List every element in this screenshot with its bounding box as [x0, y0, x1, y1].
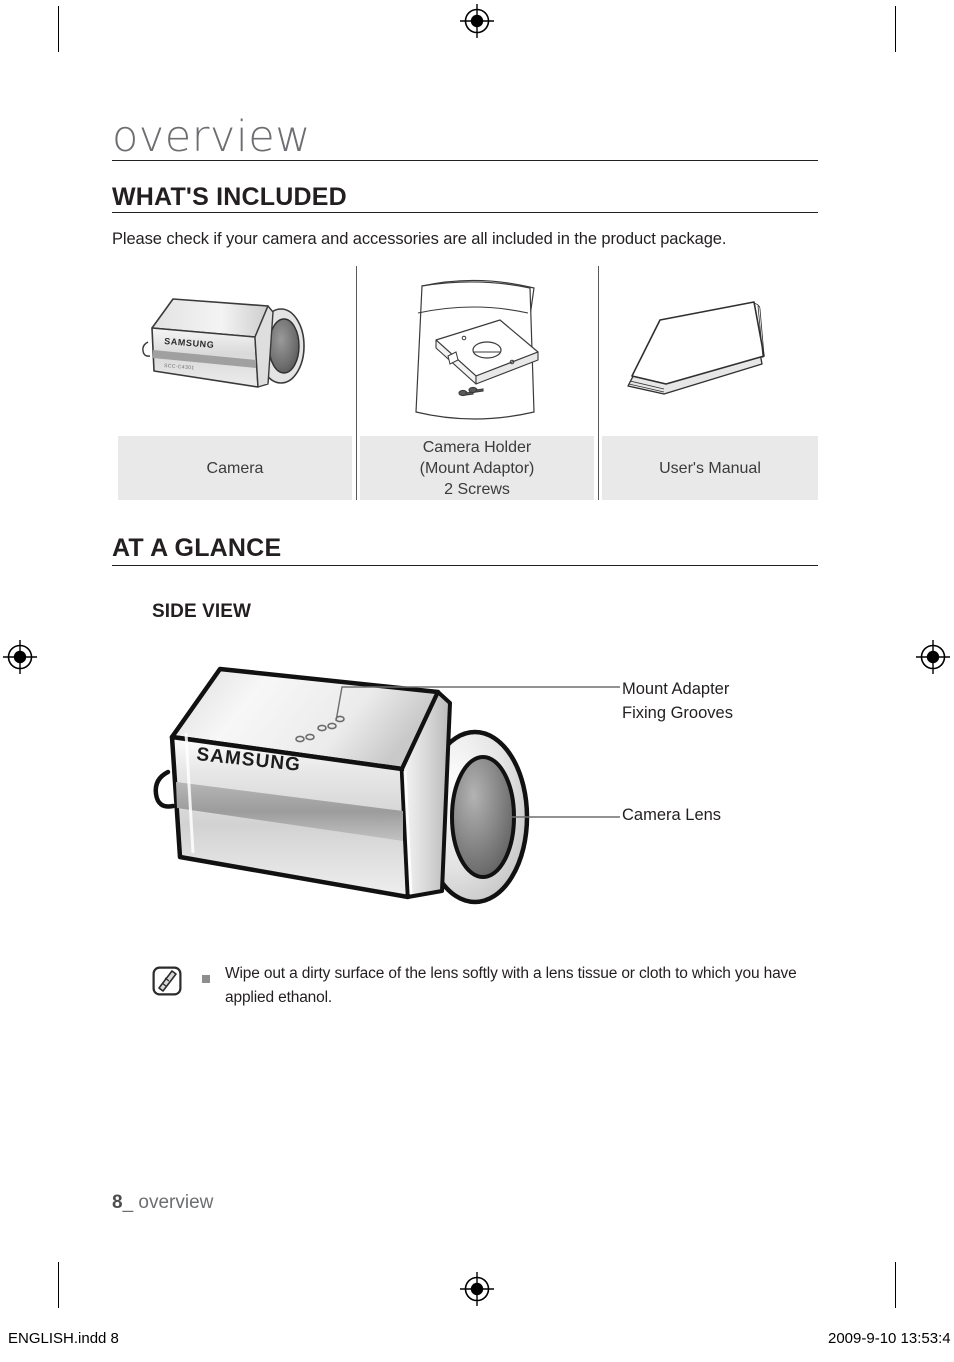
print-slug: ENGLISH.indd 8 2009-9-10 13:53:4	[0, 1330, 954, 1362]
included-item-camera-holder-caption: Camera Holder (Mount Adaptor) 2 Screws	[360, 436, 594, 500]
section-heading-at-a-glance: AT A GLANCE	[112, 534, 282, 562]
table-divider-2	[598, 266, 599, 500]
folio-suffix: _ overview	[122, 1192, 214, 1213]
section-heading-whats-included: WHAT'S INCLUDED	[112, 183, 347, 211]
whats-included-table: SAMSUNG SCC-C4301 Camera Camera Holder (…	[118, 266, 818, 500]
caption-text: User's Manual	[659, 459, 761, 477]
section-rule-whats-included	[112, 212, 818, 214]
caption-text: Camera	[206, 459, 264, 477]
page-folio: 8_ overview	[112, 1192, 213, 1214]
caption-text: Camera Holder (Mount Adaptor) 2 Screws	[420, 437, 535, 500]
callout-mount-adapter-fixing-grooves: Mount Adapter Fixing Grooves	[622, 677, 733, 725]
note-text: Wipe out a dirty surface of the lens sof…	[225, 965, 797, 1006]
callout-line-2: Fixing Grooves	[622, 704, 733, 722]
whats-included-intro: Please check if your camera and accessor…	[112, 230, 727, 248]
folio-page-number: 8	[112, 1192, 123, 1213]
caption-line-1: Camera Holder	[422, 438, 532, 456]
page-content: overview WHAT'S INCLUDED Please check if…	[0, 0, 954, 1304]
caption-line-3: 2 Screws	[444, 480, 510, 498]
subsection-heading-side-view: SIDE VIEW	[152, 601, 252, 622]
included-item-camera: SAMSUNG SCC-C4301 Camera	[118, 266, 352, 500]
included-item-users-manual-caption: User's Manual	[602, 436, 818, 500]
included-item-camera-holder: Camera Holder (Mount Adaptor) 2 Screws	[360, 266, 594, 500]
included-item-camera-caption: Camera	[118, 436, 352, 500]
callout-camera-lens: Camera Lens	[622, 803, 721, 827]
mount-adaptor-illustration	[360, 266, 594, 432]
section-rule-at-a-glance	[112, 565, 818, 567]
caption-line-2: (Mount Adaptor)	[419, 459, 535, 477]
callout-line-1: Mount Adapter	[622, 680, 730, 698]
print-slug-filename: ENGLISH.indd 8	[8, 1330, 119, 1347]
note-square-bullet	[202, 975, 210, 983]
table-divider-1	[356, 266, 357, 500]
included-item-users-manual: User's Manual	[602, 266, 818, 500]
note-pencil-icon	[152, 966, 182, 996]
camera-illustration: SAMSUNG SCC-C4301	[118, 266, 352, 432]
users-manual-illustration	[602, 266, 818, 432]
callout-line-1: Camera Lens	[622, 806, 722, 824]
chapter-title: overview	[112, 112, 311, 162]
chapter-title-rule	[112, 160, 818, 161]
print-slug-timestamp: 2009-9-10 13:53:4	[828, 1330, 951, 1347]
